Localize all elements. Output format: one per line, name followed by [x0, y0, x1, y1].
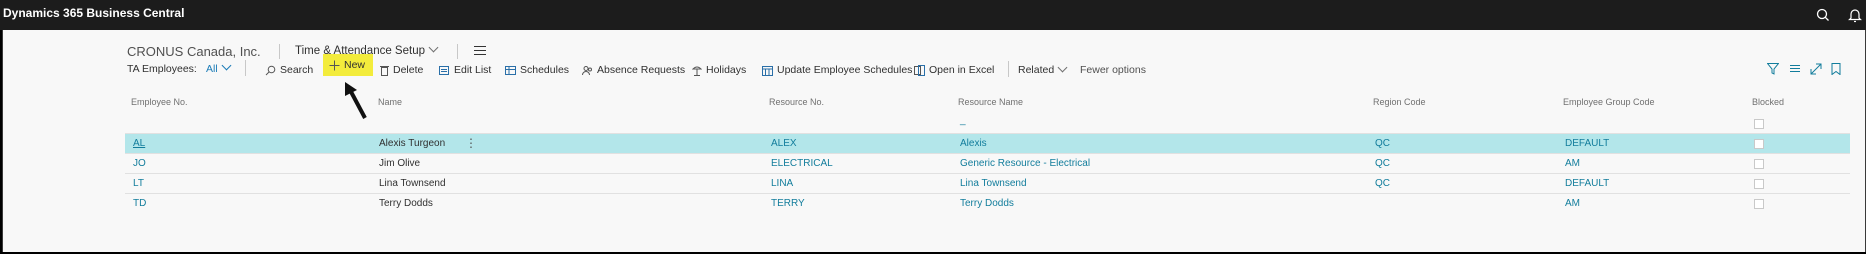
search-icon[interactable]	[1815, 7, 1831, 23]
column-header[interactable]: Employee No.	[131, 97, 188, 107]
employee-name: Jim Olive	[379, 158, 421, 169]
resource-no[interactable]: LINA	[771, 178, 793, 189]
page-frame: CRONUS Canada, Inc. Time & Attendance Se…	[2, 30, 1866, 252]
list-view-icon[interactable]	[1789, 63, 1801, 75]
menu-icon[interactable]	[474, 46, 486, 56]
table-row[interactable]: LT Lina Townsend LINA Lina Townsend QC D…	[125, 174, 1850, 193]
plus-icon	[329, 60, 340, 70]
blocked-checkbox[interactable]	[1754, 159, 1764, 169]
holidays-button[interactable]: Holidays	[692, 60, 746, 80]
employee-group-code[interactable]: DEFAULT	[1565, 138, 1609, 149]
resource-name-placeholder: _	[960, 115, 966, 126]
table-row[interactable]: JO Jim Olive ELECTRICAL Generic Resource…	[125, 154, 1850, 173]
trash-icon	[380, 65, 389, 76]
excel-icon	[914, 64, 925, 76]
delete-button[interactable]: Delete	[380, 60, 423, 80]
people-icon	[582, 65, 592, 75]
related-label: Related	[1018, 64, 1055, 76]
new-entry-row[interactable]: _	[125, 115, 1850, 134]
chevron-down-icon	[428, 42, 439, 53]
fewer-options-label: Fewer options	[1080, 64, 1146, 76]
search-button[interactable]: Search	[265, 60, 313, 80]
region-code[interactable]: QC	[1375, 178, 1390, 189]
view-filter-label: All	[206, 63, 218, 75]
employee-no[interactable]: TD	[133, 198, 146, 209]
blocked-checkbox[interactable]	[1754, 199, 1764, 209]
region-code[interactable]: QC	[1375, 158, 1390, 169]
absence-requests-label: Absence Requests	[597, 64, 686, 76]
employee-group-code[interactable]: AM	[1565, 158, 1580, 169]
employee-no[interactable]: JO	[133, 158, 146, 169]
employee-no[interactable]: AL	[133, 138, 145, 149]
blocked-checkbox[interactable]	[1754, 179, 1764, 189]
bell-icon[interactable]	[1848, 7, 1862, 23]
divider	[279, 44, 280, 59]
column-header[interactable]: Blocked	[1752, 97, 1784, 107]
column-header[interactable]: Resource No.	[769, 97, 824, 107]
update-schedules-button[interactable]: Update Employee Schedules	[762, 60, 912, 80]
table-row[interactable]: TD Terry Dodds TERRY Terry Dodds AM	[125, 194, 1850, 213]
new-label: New	[344, 59, 366, 71]
schedules-button[interactable]: Schedules	[505, 60, 569, 80]
chevron-down-icon	[221, 60, 232, 71]
column-header[interactable]: Name	[378, 97, 402, 107]
schedules-label: Schedules	[520, 64, 570, 76]
top-bar: Dynamics 365 Business Central	[0, 0, 1866, 30]
blocked-checkbox[interactable]	[1754, 119, 1764, 129]
fewer-options-button[interactable]: Fewer options	[1080, 60, 1146, 80]
pointer-arrow-icon	[345, 82, 367, 119]
edit-list-icon	[439, 65, 449, 75]
filter-icon[interactable]	[1767, 63, 1779, 75]
employee-name: Terry Dodds	[379, 198, 433, 209]
absence-requests-button[interactable]: Absence Requests	[582, 60, 685, 80]
table-row[interactable]: AL ⋮ Alexis Turgeon ALEX Alexis QC DEFAU…	[125, 134, 1850, 153]
column-header[interactable]: Region Code	[1373, 97, 1426, 107]
chevron-down-icon	[1057, 62, 1068, 72]
employee-no[interactable]: LT	[133, 178, 144, 189]
employee-name: Lina Townsend	[379, 178, 446, 189]
employee-group-code[interactable]: AM	[1565, 198, 1580, 209]
resource-no[interactable]: ELECTRICAL	[771, 158, 833, 169]
divider	[245, 60, 246, 76]
column-header[interactable]: Employee Group Code	[1563, 97, 1655, 107]
search-label: Search	[280, 64, 314, 76]
resource-name[interactable]: Lina Townsend	[960, 178, 1027, 189]
list-label: TA Employees:	[127, 63, 197, 75]
calendar-icon	[762, 65, 773, 76]
holidays-label: Holidays	[706, 64, 747, 76]
update-schedules-label: Update Employee Schedules	[777, 64, 913, 76]
employee-group-code[interactable]: DEFAULT	[1565, 178, 1609, 189]
new-button[interactable]: New	[323, 54, 374, 76]
resource-no[interactable]: TERRY	[771, 198, 805, 209]
column-header[interactable]: Resource Name	[958, 97, 1023, 107]
company-name[interactable]: CRONUS Canada, Inc.	[127, 44, 261, 59]
more-options-icon[interactable]: ⋮	[465, 136, 477, 150]
app-title: Dynamics 365 Business Central	[3, 6, 185, 20]
view-filter[interactable]: All	[206, 60, 232, 75]
table-icon	[505, 65, 516, 75]
region-code[interactable]: QC	[1375, 138, 1390, 149]
open-in-excel-button[interactable]: Open in Excel	[914, 60, 994, 80]
bookmark-icon[interactable]	[1831, 63, 1841, 75]
edit-list-label: Edit List	[454, 64, 492, 76]
open-in-excel-label: Open in Excel	[929, 64, 995, 76]
resource-name[interactable]: Terry Dodds	[960, 198, 1014, 209]
delete-label: Delete	[393, 64, 424, 76]
search-icon	[265, 65, 276, 75]
resource-name[interactable]: Generic Resource - Electrical	[960, 158, 1090, 169]
related-menu[interactable]: Related	[1018, 60, 1068, 80]
divider	[457, 44, 458, 59]
resource-name[interactable]: Alexis	[960, 138, 987, 149]
resource-no[interactable]: ALEX	[771, 138, 797, 149]
edit-list-button[interactable]: Edit List	[439, 60, 491, 80]
expand-icon[interactable]	[1810, 63, 1822, 75]
blocked-checkbox[interactable]	[1754, 139, 1764, 149]
employee-name: Alexis Turgeon	[379, 138, 446, 149]
divider	[1008, 61, 1009, 77]
holiday-icon	[692, 66, 702, 76]
